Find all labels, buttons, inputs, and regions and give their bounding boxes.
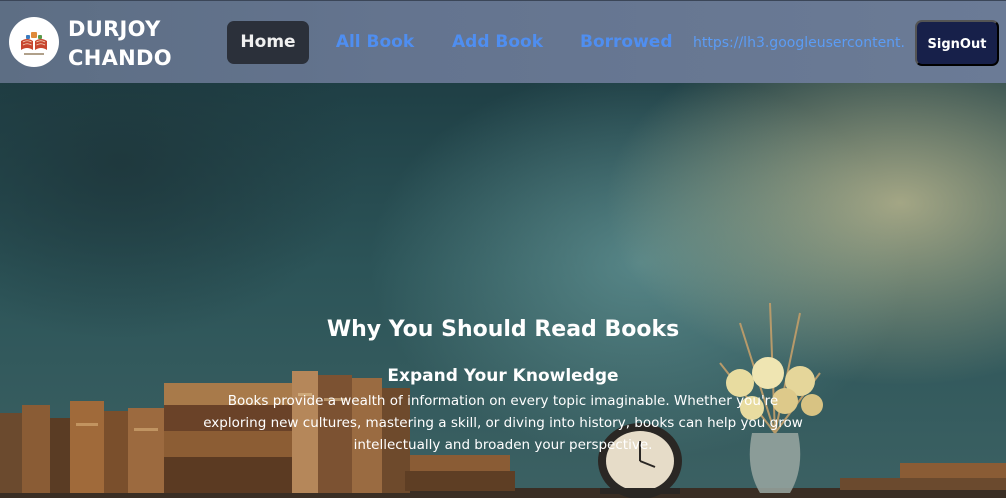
nav-link-all-book[interactable]: All Book (335, 21, 415, 64)
brand-line-1: DURJOY (68, 17, 161, 41)
hero-title: Why You Should Read Books (326, 317, 680, 342)
nav-link-borrowed[interactable]: Borrowed (580, 21, 673, 64)
brand-name[interactable]: DURJOY CHANDO (68, 15, 172, 73)
user-photo-url: https://lh3.googleusercontent. (693, 35, 905, 51)
hero-subtitle: Expand Your Knowledge (387, 366, 619, 386)
logo[interactable] (9, 17, 59, 67)
nav-link-add-book[interactable]: Add Book (452, 21, 543, 64)
signout-button[interactable]: SignOut (915, 20, 999, 66)
hero-description: Books provide a wealth of information on… (203, 393, 803, 453)
nav-link-home[interactable]: Home (227, 21, 309, 64)
hero-banner: Why You Should Read Books Expand Your Kn… (0, 83, 1006, 498)
brand-line-2: CHANDO (68, 46, 172, 70)
navbar: DURJOY CHANDO Home All Book Add Book Bor… (0, 0, 1006, 83)
open-book-logo-icon (21, 32, 47, 55)
